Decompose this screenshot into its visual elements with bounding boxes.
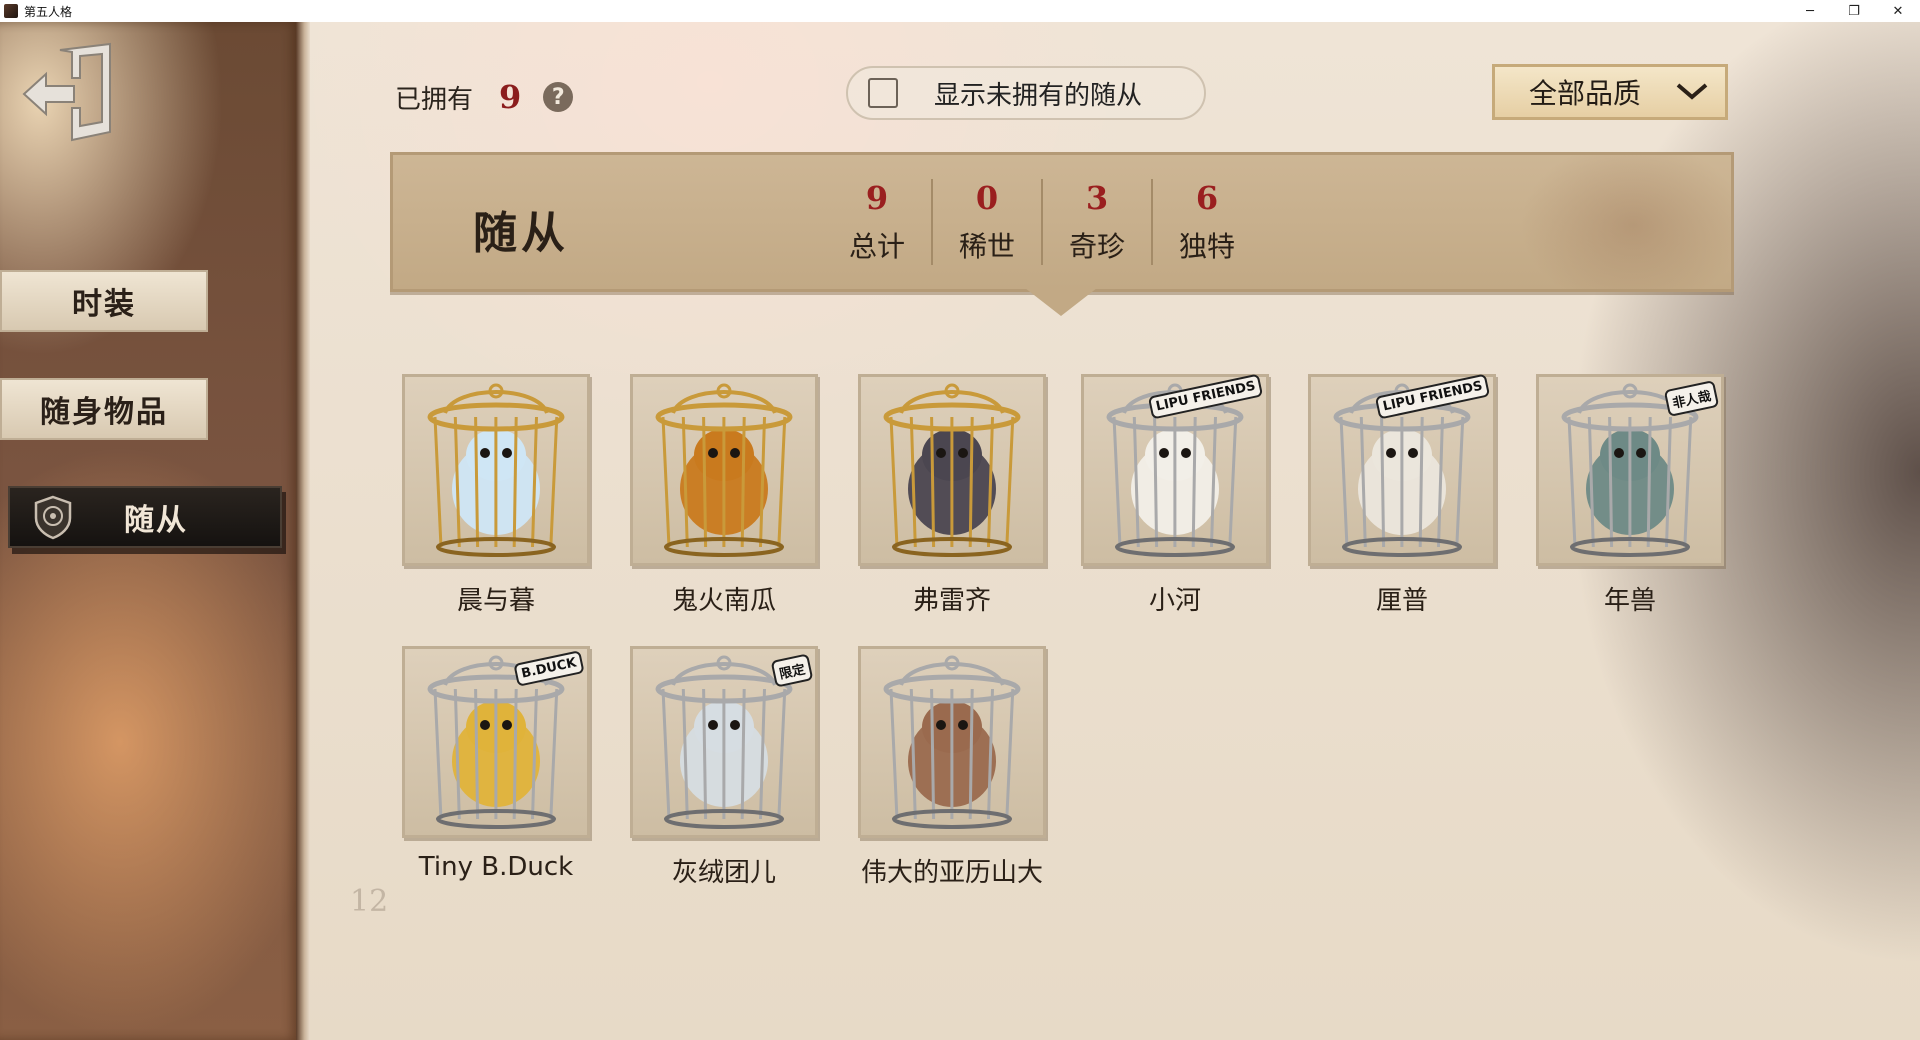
- companion-card[interactable]: 弗雷齐: [858, 374, 1046, 617]
- stat-rare-value: 0: [975, 179, 999, 217]
- exit-door-icon: [22, 42, 111, 142]
- help-icon[interactable]: ?: [543, 82, 574, 112]
- quality-dropdown[interactable]: 全部品质: [1492, 64, 1728, 120]
- companion-portrait-5: 非人哉: [1536, 374, 1724, 566]
- companion-emblem-icon: [30, 494, 76, 540]
- companion-name: 厘普: [1375, 586, 1428, 616]
- window-titlebar: 第五人格 ─ ❐ ✕: [0, 0, 1920, 23]
- stat-total-label: 总计: [848, 230, 905, 263]
- exit-button[interactable]: [22, 42, 118, 142]
- quality-dropdown-value: 全部品质: [1529, 77, 1642, 110]
- companion-name: 小河: [1148, 586, 1201, 616]
- stat-rare: 0 稀世: [933, 179, 1043, 265]
- restore-button[interactable]: ❐: [1832, 0, 1876, 22]
- owned-label: 已拥有: [395, 84, 474, 115]
- companion-name: 年兽: [1603, 586, 1656, 616]
- companion-portrait-1: [630, 374, 818, 566]
- companion-name: 伟大的亚历山大: [860, 858, 1043, 888]
- stat-unique: 6 独特: [1153, 179, 1261, 265]
- stat-total-value: 9: [865, 179, 889, 217]
- app-icon: [4, 4, 18, 18]
- cage-icon: [427, 383, 565, 557]
- companion-card[interactable]: 限定 灰绒团儿: [630, 646, 818, 889]
- nav-accessories[interactable]: 随身物品: [0, 378, 208, 440]
- cage-icon: [883, 383, 1021, 557]
- stat-unique-label: 独特: [1178, 230, 1235, 263]
- nav-accessories-label: 随身物品: [40, 395, 168, 430]
- banner-notch: [1025, 288, 1097, 316]
- sidebar-divider: [296, 22, 310, 1040]
- companion-card[interactable]: LIPU FRIENDS 厘普: [1308, 373, 1496, 617]
- close-button[interactable]: ✕: [1876, 0, 1920, 22]
- companion-card[interactable]: 非人哉 年兽: [1536, 374, 1724, 617]
- rarity-stats: 9 总计 0 稀世 3 奇珍 6 独特: [823, 179, 1261, 265]
- companion-portrait-0: [402, 374, 590, 566]
- show-unowned-checkbox[interactable]: [868, 78, 898, 108]
- sidebar: 时装 随身物品 随从: [0, 22, 300, 1040]
- minimize-button[interactable]: ─: [1788, 0, 1832, 22]
- window-title: 第五人格: [24, 4, 73, 19]
- background-mark: 12: [350, 884, 389, 919]
- stat-treasure-value: 3: [1085, 179, 1109, 217]
- companion-card[interactable]: 伟大的亚历山大: [858, 646, 1046, 889]
- companion-portrait-4: LIPU FRIENDS: [1308, 373, 1496, 566]
- stat-treasure-label: 奇珍: [1068, 230, 1125, 263]
- companion-portrait-3: LIPU FRIENDS: [1081, 373, 1269, 566]
- show-unowned-toggle[interactable]: 显示未拥有的随从: [846, 66, 1206, 120]
- companion-card[interactable]: 晨与暮: [402, 374, 590, 617]
- companion-name: 弗雷齐: [912, 586, 991, 616]
- companion-card[interactable]: 鬼火南瓜: [630, 374, 818, 617]
- show-unowned-label: 显示未拥有的随从: [934, 80, 1143, 111]
- stat-treasure: 3 奇珍: [1043, 179, 1153, 265]
- stat-rare-label: 稀世: [958, 230, 1015, 263]
- companion-card[interactable]: LIPU FRIENDS 小河: [1081, 373, 1269, 617]
- banner-title: 随从: [473, 208, 569, 259]
- stat-unique-value: 6: [1195, 179, 1219, 217]
- nav-companions[interactable]: 随从: [8, 486, 282, 548]
- companion-portrait-6: B.DUCK: [402, 646, 590, 838]
- nav-costume[interactable]: 时装: [0, 270, 208, 332]
- companion-portrait-8: [858, 646, 1046, 838]
- owned-count: 9: [499, 78, 522, 116]
- companion-name: 鬼火南瓜: [671, 586, 776, 616]
- companion-name: 灰绒团儿: [671, 858, 776, 888]
- nav-companions-label: 随从: [124, 503, 188, 538]
- owned-summary: 已拥有 9 ?: [395, 78, 574, 116]
- main-panel: 已拥有 9 ? 显示未拥有的随从 全部品质 随从 9 总计 0 稀世 3 奇珍: [310, 22, 1920, 1040]
- stat-total: 9 总计: [823, 179, 933, 265]
- chevron-down-icon: [1676, 83, 1708, 100]
- companion-name: 晨与暮: [456, 586, 535, 616]
- companion-summary-banner: 随从 9 总计 0 稀世 3 奇珍 6 独特: [390, 152, 1734, 292]
- cage-icon: [883, 655, 1021, 829]
- companion-card[interactable]: B.DUCK Tiny B.Duck: [402, 646, 590, 882]
- companion-portrait-2: [858, 374, 1046, 566]
- companion-name: Tiny B.Duck: [418, 852, 574, 882]
- companion-portrait-7: 限定: [630, 646, 818, 838]
- nav-costume-label: 时装: [72, 287, 136, 322]
- cage-icon: [655, 383, 793, 557]
- window-controls: ─ ❐ ✕: [1788, 0, 1920, 22]
